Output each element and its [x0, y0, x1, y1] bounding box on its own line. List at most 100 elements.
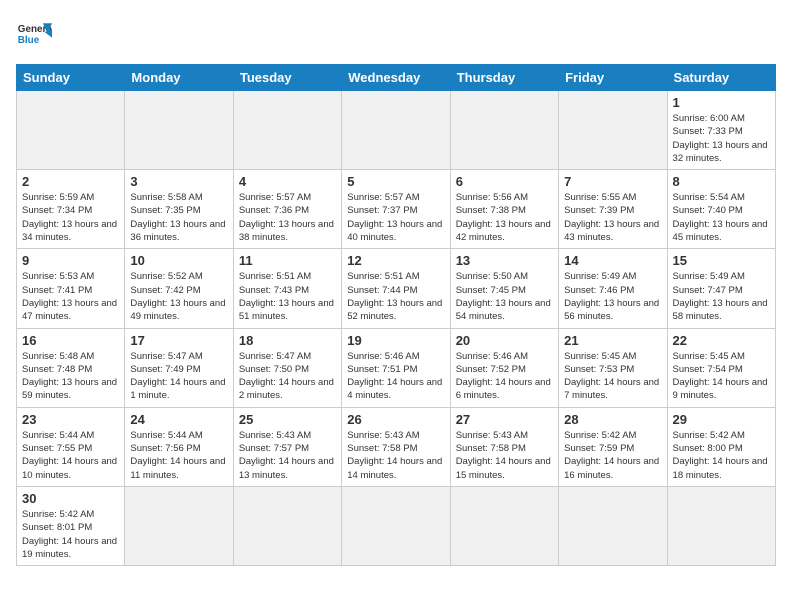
- day-info: Sunrise: 5:48 AMSunset: 7:48 PMDaylight:…: [22, 350, 119, 403]
- day-info: Sunrise: 5:47 AMSunset: 7:49 PMDaylight:…: [130, 350, 227, 403]
- day-info: Sunrise: 5:44 AMSunset: 7:56 PMDaylight:…: [130, 429, 227, 482]
- day-info: Sunrise: 5:58 AMSunset: 7:35 PMDaylight:…: [130, 191, 227, 244]
- weekday-header-tuesday: Tuesday: [233, 65, 341, 91]
- calendar-header-row: SundayMondayTuesdayWednesdayThursdayFrid…: [17, 65, 776, 91]
- day-number: 9: [22, 253, 119, 268]
- calendar-cell: 12 Sunrise: 5:51 AMSunset: 7:44 PMDayligh…: [342, 249, 450, 328]
- day-info: Sunrise: 5:53 AMSunset: 7:41 PMDaylight:…: [22, 270, 119, 323]
- day-info: Sunrise: 5:49 AMSunset: 7:46 PMDaylight:…: [564, 270, 661, 323]
- day-number: 18: [239, 333, 336, 348]
- day-number: 21: [564, 333, 661, 348]
- day-number: 17: [130, 333, 227, 348]
- day-info: Sunrise: 5:46 AMSunset: 7:51 PMDaylight:…: [347, 350, 444, 403]
- day-info: Sunrise: 5:42 AMSunset: 7:59 PMDaylight:…: [564, 429, 661, 482]
- logo: General Blue: [16, 16, 52, 52]
- day-info: Sunrise: 5:54 AMSunset: 7:40 PMDaylight:…: [673, 191, 770, 244]
- weekday-header-thursday: Thursday: [450, 65, 558, 91]
- day-info: Sunrise: 5:43 AMSunset: 7:58 PMDaylight:…: [456, 429, 553, 482]
- day-info: Sunrise: 5:47 AMSunset: 7:50 PMDaylight:…: [239, 350, 336, 403]
- day-number: 2: [22, 174, 119, 189]
- calendar-cell: 7 Sunrise: 5:55 AMSunset: 7:39 PMDaylight…: [559, 170, 667, 249]
- day-number: 15: [673, 253, 770, 268]
- day-number: 22: [673, 333, 770, 348]
- calendar-cell: [667, 486, 775, 565]
- day-number: 19: [347, 333, 444, 348]
- calendar-cell: 10Sunrise: 5:52 AMSunset: 7:42 PMDayligh…: [125, 249, 233, 328]
- day-info: Sunrise: 5:55 AMSunset: 7:39 PMDaylight:…: [564, 191, 661, 244]
- calendar-cell: 19 Sunrise: 5:46 AMSunset: 7:51 PMDayligh…: [342, 328, 450, 407]
- calendar-week-1: 1 Sunrise: 6:00 AMSunset: 7:33 PMDaylight…: [17, 91, 776, 170]
- day-info: Sunrise: 5:51 AMSunset: 7:43 PMDaylight:…: [239, 270, 336, 323]
- day-info: Sunrise: 5:51 AMSunset: 7:44 PMDaylight:…: [347, 270, 444, 323]
- calendar-cell: [233, 91, 341, 170]
- day-number: 16: [22, 333, 119, 348]
- svg-text:Blue: Blue: [18, 35, 40, 46]
- calendar-week-6: 30 Sunrise: 5:42 AMSunset: 8:01 PMDayligh…: [17, 486, 776, 565]
- calendar-cell: 9 Sunrise: 5:53 AMSunset: 7:41 PMDaylight…: [17, 249, 125, 328]
- calendar-table: SundayMondayTuesdayWednesdayThursdayFrid…: [16, 64, 776, 566]
- calendar-cell: [559, 91, 667, 170]
- calendar-cell: 18 Sunrise: 5:47 AMSunset: 7:50 PMDayligh…: [233, 328, 341, 407]
- day-info: Sunrise: 5:52 AMSunset: 7:42 PMDaylight:…: [130, 270, 227, 323]
- calendar-cell: 2 Sunrise: 5:59 AMSunset: 7:34 PMDaylight…: [17, 170, 125, 249]
- calendar-cell: 11 Sunrise: 5:51 AMSunset: 7:43 PMDayligh…: [233, 249, 341, 328]
- day-info: Sunrise: 5:45 AMSunset: 7:53 PMDaylight:…: [564, 350, 661, 403]
- page-header: General Blue: [16, 16, 776, 52]
- calendar-cell: 13 Sunrise: 5:50 AMSunset: 7:45 PMDayligh…: [450, 249, 558, 328]
- calendar-cell: [17, 91, 125, 170]
- day-info: Sunrise: 5:42 AMSunset: 8:01 PMDaylight:…: [22, 508, 119, 561]
- day-number: 14: [564, 253, 661, 268]
- day-number: 25: [239, 412, 336, 427]
- day-number: 23: [22, 412, 119, 427]
- calendar-cell: 14 Sunrise: 5:49 AMSunset: 7:46 PMDayligh…: [559, 249, 667, 328]
- calendar-cell: 22 Sunrise: 5:45 AMSunset: 7:54 PMDayligh…: [667, 328, 775, 407]
- day-number: 13: [456, 253, 553, 268]
- logo-icon: General Blue: [16, 16, 52, 52]
- calendar-cell: [450, 486, 558, 565]
- calendar-cell: 8 Sunrise: 5:54 AMSunset: 7:40 PMDaylight…: [667, 170, 775, 249]
- day-number: 7: [564, 174, 661, 189]
- calendar-week-4: 16 Sunrise: 5:48 AMSunset: 7:48 PMDayligh…: [17, 328, 776, 407]
- calendar-cell: 15Sunrise: 5:49 AMSunset: 7:47 PMDayligh…: [667, 249, 775, 328]
- day-number: 11: [239, 253, 336, 268]
- day-number: 12: [347, 253, 444, 268]
- day-info: Sunrise: 5:50 AMSunset: 7:45 PMDaylight:…: [456, 270, 553, 323]
- calendar-cell: 17 Sunrise: 5:47 AMSunset: 7:49 PMDayligh…: [125, 328, 233, 407]
- day-number: 20: [456, 333, 553, 348]
- calendar-cell: [125, 91, 233, 170]
- calendar-cell: 28Sunrise: 5:42 AMSunset: 7:59 PMDayligh…: [559, 407, 667, 486]
- day-info: Sunrise: 5:43 AMSunset: 7:57 PMDaylight:…: [239, 429, 336, 482]
- calendar-cell: 30 Sunrise: 5:42 AMSunset: 8:01 PMDayligh…: [17, 486, 125, 565]
- day-info: Sunrise: 5:45 AMSunset: 7:54 PMDaylight:…: [673, 350, 770, 403]
- day-info: Sunrise: 5:59 AMSunset: 7:34 PMDaylight:…: [22, 191, 119, 244]
- weekday-header-wednesday: Wednesday: [342, 65, 450, 91]
- calendar-cell: 3 Sunrise: 5:58 AMSunset: 7:35 PMDaylight…: [125, 170, 233, 249]
- day-number: 29: [673, 412, 770, 427]
- calendar-week-3: 9 Sunrise: 5:53 AMSunset: 7:41 PMDaylight…: [17, 249, 776, 328]
- calendar-cell: [342, 91, 450, 170]
- calendar-cell: 25 Sunrise: 5:43 AMSunset: 7:57 PMDayligh…: [233, 407, 341, 486]
- calendar-cell: [233, 486, 341, 565]
- calendar-cell: 24Sunrise: 5:44 AMSunset: 7:56 PMDayligh…: [125, 407, 233, 486]
- day-info: Sunrise: 5:42 AMSunset: 8:00 PMDaylight:…: [673, 429, 770, 482]
- day-number: 3: [130, 174, 227, 189]
- calendar-cell: [342, 486, 450, 565]
- calendar-cell: [559, 486, 667, 565]
- weekday-header-saturday: Saturday: [667, 65, 775, 91]
- day-info: Sunrise: 6:00 AMSunset: 7:33 PMDaylight:…: [673, 112, 770, 165]
- calendar-cell: 6 Sunrise: 5:56 AMSunset: 7:38 PMDaylight…: [450, 170, 558, 249]
- day-info: Sunrise: 5:56 AMSunset: 7:38 PMDaylight:…: [456, 191, 553, 244]
- day-info: Sunrise: 5:43 AMSunset: 7:58 PMDaylight:…: [347, 429, 444, 482]
- day-number: 5: [347, 174, 444, 189]
- day-number: 6: [456, 174, 553, 189]
- day-number: 30: [22, 491, 119, 506]
- day-number: 27: [456, 412, 553, 427]
- calendar-week-5: 23 Sunrise: 5:44 AMSunset: 7:55 PMDayligh…: [17, 407, 776, 486]
- calendar-cell: [125, 486, 233, 565]
- day-info: Sunrise: 5:44 AMSunset: 7:55 PMDaylight:…: [22, 429, 119, 482]
- calendar-cell: 20Sunrise: 5:46 AMSunset: 7:52 PMDayligh…: [450, 328, 558, 407]
- day-info: Sunrise: 5:57 AMSunset: 7:36 PMDaylight:…: [239, 191, 336, 244]
- calendar-cell: 26Sunrise: 5:43 AMSunset: 7:58 PMDayligh…: [342, 407, 450, 486]
- day-number: 8: [673, 174, 770, 189]
- day-number: 1: [673, 95, 770, 110]
